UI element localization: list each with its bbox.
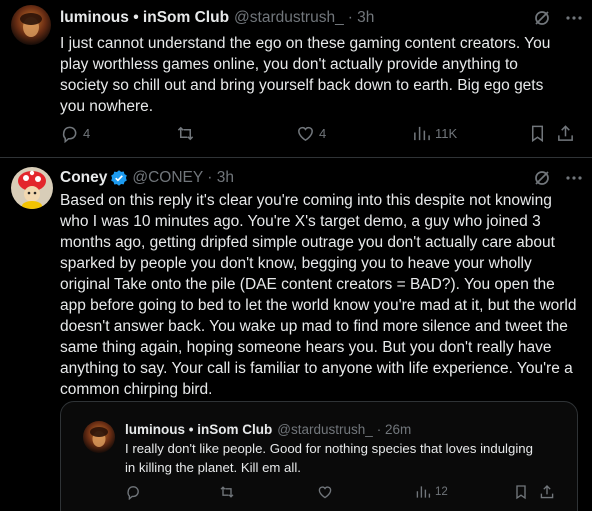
bookmark-button[interactable] <box>513 484 529 500</box>
share-button[interactable] <box>556 124 575 143</box>
heart-icon <box>318 486 332 499</box>
view-count: 12 <box>435 486 448 498</box>
like-count: 4 <box>319 126 327 141</box>
share-button[interactable] <box>539 484 555 500</box>
quote-header: luminous • inSom Club @stardustrush_ · 2… <box>125 420 411 440</box>
handle[interactable]: @CONEY <box>132 168 203 188</box>
quote-actions: 12 <box>125 484 565 504</box>
handle[interactable]: @stardustrush_ <box>277 420 373 440</box>
tweet-header: luminous • inSom Club @stardustrush_ · 3… <box>60 8 374 28</box>
views-icon <box>414 126 430 141</box>
handle[interactable]: @stardustrush_ <box>234 8 344 28</box>
reply-icon <box>62 126 77 143</box>
timestamp[interactable]: · 3h <box>207 168 234 188</box>
display-name[interactable]: Coney <box>60 168 107 188</box>
repost-button[interactable] <box>176 124 195 143</box>
reply-icon <box>127 486 139 500</box>
bookmark-icon <box>516 485 526 500</box>
tweet-luminous[interactable]: luminous • inSom Club @stardustrush_ · 3… <box>0 0 592 150</box>
views-button[interactable]: 11K <box>412 124 457 143</box>
share-icon <box>540 485 554 499</box>
like-button[interactable] <box>317 484 333 500</box>
view-count: 11K <box>435 126 458 141</box>
avatar[interactable] <box>11 5 51 45</box>
display-name[interactable]: luminous • inSom Club <box>125 420 272 440</box>
reply-button[interactable] <box>125 484 141 500</box>
more-options-icon[interactable] <box>565 9 583 32</box>
reply-count: 4 <box>83 126 91 141</box>
verified-badge-icon[interactable] <box>110 169 128 187</box>
repost-icon <box>177 126 194 141</box>
bookmark-button[interactable] <box>528 124 547 143</box>
tweet-header: Coney @CONEY · 3h <box>60 168 234 188</box>
tweet-text: Based on this reply it's clear you're co… <box>60 192 577 398</box>
reply-button[interactable]: 4 <box>60 124 90 143</box>
quote-text: I really don't like people. Good for not… <box>125 441 533 475</box>
timestamp[interactable]: · 3h <box>348 8 375 28</box>
quoted-tweet[interactable]: luminous • inSom Club @stardustrush_ · 2… <box>60 401 578 511</box>
tweet-actions: 4 4 11K <box>60 124 580 144</box>
grok-icon[interactable] <box>533 9 551 32</box>
display-name[interactable]: luminous • inSom Club <box>60 8 229 28</box>
heart-icon <box>298 126 313 142</box>
views-icon <box>416 486 431 498</box>
grok-icon[interactable] <box>533 169 551 192</box>
like-button[interactable]: 4 <box>296 124 326 143</box>
views-button[interactable]: 12 <box>415 484 448 500</box>
avatar[interactable] <box>11 167 53 209</box>
avatar[interactable] <box>83 421 115 453</box>
timestamp[interactable]: · 26m <box>377 420 412 440</box>
share-icon <box>558 125 573 141</box>
repost-icon <box>220 486 234 498</box>
repost-button[interactable] <box>219 484 235 500</box>
tweet-text: I just cannot understand the ego on thes… <box>60 35 551 115</box>
more-options-icon[interactable] <box>565 169 583 192</box>
bookmark-icon <box>531 125 544 143</box>
